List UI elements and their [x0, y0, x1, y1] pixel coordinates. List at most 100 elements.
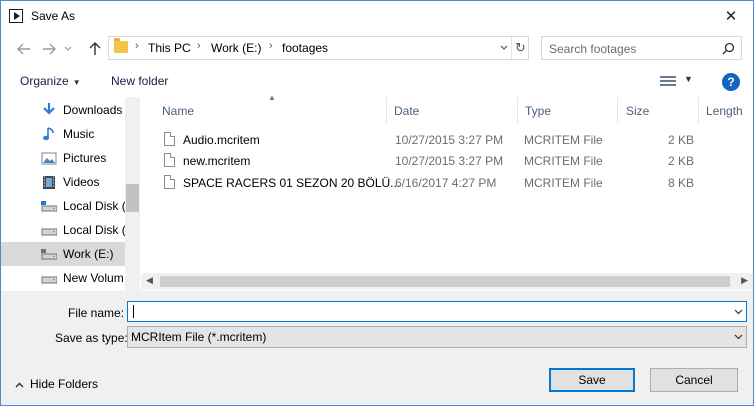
- breadcrumb-work-drive[interactable]: Work (E:): [211, 41, 261, 55]
- save-as-type-label: Save as type:: [55, 331, 128, 345]
- drive-icon: [41, 276, 57, 284]
- sidebar-item-music[interactable]: Music: [1, 122, 125, 146]
- drive-icon: [41, 201, 57, 212]
- sidebar-item-label: New Volum: [63, 271, 124, 285]
- save-as-dialog: Save As ✕ › This PC › Work (E:) › footag…: [0, 0, 754, 406]
- scrollbar-thumb[interactable]: [160, 276, 730, 287]
- sidebar-item-label: Work (E:): [63, 247, 114, 261]
- sidebar-item-local-disk-c[interactable]: Local Disk (: [1, 194, 126, 218]
- file-icon: [164, 132, 175, 146]
- navigation-pane: Downloads Music Pictures Videos Local Di…: [1, 97, 140, 291]
- file-name: Audio.mcritem: [183, 133, 260, 147]
- sidebar-item-videos[interactable]: Videos: [1, 170, 125, 194]
- file-list: Name ▲ Date Type Size Length Audio.mcrit…: [141, 93, 753, 291]
- horizontal-scrollbar[interactable]: ◀ ▶: [141, 273, 753, 290]
- column-header-date[interactable]: Date: [386, 97, 517, 123]
- folder-icon: [114, 38, 128, 53]
- breadcrumb-footages[interactable]: footages: [282, 41, 328, 55]
- organize-button[interactable]: Organize ▼: [20, 74, 81, 88]
- pictures-icon: [41, 152, 57, 165]
- new-folder-button[interactable]: New folder: [111, 74, 168, 88]
- save-as-type-value: MCRItem File (*.mcritem): [131, 330, 267, 344]
- sidebar-item-new-volume[interactable]: New Volum: [1, 266, 125, 290]
- refresh-icon: ↻: [515, 40, 526, 55]
- column-label: Date: [394, 104, 420, 118]
- up-button[interactable]: [85, 39, 105, 59]
- forward-button[interactable]: [39, 39, 59, 59]
- arrow-up-icon: [89, 42, 101, 55]
- save-options-panel: File name: Save as type: MCRItem File (*…: [1, 291, 753, 405]
- file-type: MCRITEM File: [524, 133, 603, 147]
- column-label: Name: [162, 104, 195, 118]
- column-header-type[interactable]: Type: [517, 97, 617, 123]
- back-button[interactable]: [14, 39, 34, 59]
- file-date: 10/27/2015 3:27 PM: [395, 154, 504, 168]
- file-size: 8 KB: [667, 176, 694, 190]
- chevron-down-icon[interactable]: ▼: [684, 74, 693, 84]
- hide-folders-button[interactable]: Hide Folders: [15, 377, 98, 391]
- hide-folders-label: Hide Folders: [30, 377, 99, 391]
- address-dropdown-button[interactable]: [496, 39, 512, 57]
- chevron-up-icon: [15, 382, 24, 388]
- breadcrumb-separator: ›: [269, 40, 273, 52]
- arrow-left-icon: [17, 43, 30, 55]
- chevron-down-icon: [734, 329, 743, 342]
- view-options-icon[interactable]: [660, 76, 676, 88]
- app-icon: [9, 9, 23, 23]
- cancel-button[interactable]: Cancel: [650, 368, 738, 392]
- chevron-down-icon[interactable]: [734, 304, 743, 317]
- column-header-size[interactable]: Size: [618, 97, 698, 123]
- download-icon: [43, 103, 55, 115]
- file-row[interactable]: Audio.mcritem 10/27/2015 3:27 PM MCRITEM…: [141, 129, 753, 151]
- help-icon[interactable]: ?: [722, 73, 740, 91]
- sidebar-item-downloads[interactable]: Downloads: [1, 98, 125, 122]
- file-date: 6/16/2017 4:27 PM: [395, 176, 497, 190]
- breadcrumb-separator: ›: [197, 40, 201, 52]
- breadcrumb-separator: ›: [135, 40, 139, 52]
- file-name: SPACE RACERS 01 SEZON 20 BÖLÜ...: [183, 176, 401, 190]
- file-icon: [164, 175, 175, 189]
- navigation-scrollbar[interactable]: [125, 97, 140, 291]
- address-bar[interactable]: › This PC › Work (E:) › footages ↻: [108, 36, 529, 60]
- sidebar-item-label: Local Disk (: [63, 223, 126, 237]
- drive-icon: [41, 249, 57, 260]
- scroll-right-icon[interactable]: ▶: [741, 275, 748, 286]
- file-type: MCRITEM File: [524, 154, 603, 168]
- save-as-type-select[interactable]: MCRItem File (*.mcritem): [127, 326, 747, 348]
- breadcrumb-this-pc[interactable]: This PC: [148, 41, 191, 55]
- column-header-length[interactable]: Length: [698, 97, 753, 123]
- file-row[interactable]: new.mcritem 10/27/2015 3:27 PM MCRITEM F…: [141, 150, 753, 172]
- sidebar-item-label: Downloads: [63, 103, 123, 117]
- refresh-button[interactable]: ↻: [511, 37, 529, 59]
- chevron-down-icon: [64, 46, 72, 51]
- sidebar-item-work-drive[interactable]: Work (E:): [1, 242, 125, 266]
- file-icon: [164, 153, 175, 167]
- search-icon[interactable]: [722, 42, 735, 55]
- title-bar: Save As ✕: [1, 1, 753, 32]
- file-name-label: File name:: [68, 306, 125, 320]
- sidebar-item-pictures[interactable]: Pictures: [1, 146, 125, 170]
- close-button[interactable]: ✕: [709, 1, 753, 31]
- file-date: 10/27/2015 3:27 PM: [395, 133, 504, 147]
- sort-ascending-icon: ▲: [268, 93, 276, 102]
- file-row[interactable]: SPACE RACERS 01 SEZON 20 BÖLÜ... 6/16/20…: [141, 172, 753, 194]
- scrollbar-thumb[interactable]: [126, 184, 139, 212]
- recent-locations-button[interactable]: [61, 39, 75, 59]
- organize-label: Organize: [20, 74, 69, 88]
- search-input[interactable]: Search footages: [541, 36, 742, 60]
- sidebar-item-label: Local Disk (: [63, 199, 126, 213]
- scroll-left-icon[interactable]: ◀: [146, 275, 153, 286]
- sidebar-item-label: Music: [63, 127, 95, 141]
- file-type: MCRITEM File: [524, 176, 603, 190]
- videos-icon: [43, 176, 55, 189]
- sidebar-item-local-disk-d[interactable]: Local Disk (: [1, 218, 126, 242]
- music-icon: [43, 127, 54, 141]
- command-toolbar: Organize ▼ New folder ▼: [1, 67, 753, 97]
- file-name: new.mcritem: [183, 154, 251, 168]
- chevron-down-icon: [500, 45, 508, 50]
- file-size: 2 KB: [667, 154, 694, 168]
- text-caret: [133, 305, 134, 318]
- search-placeholder: Search footages: [549, 42, 637, 56]
- file-name-field[interactable]: [127, 301, 747, 322]
- save-button[interactable]: Save: [549, 368, 635, 392]
